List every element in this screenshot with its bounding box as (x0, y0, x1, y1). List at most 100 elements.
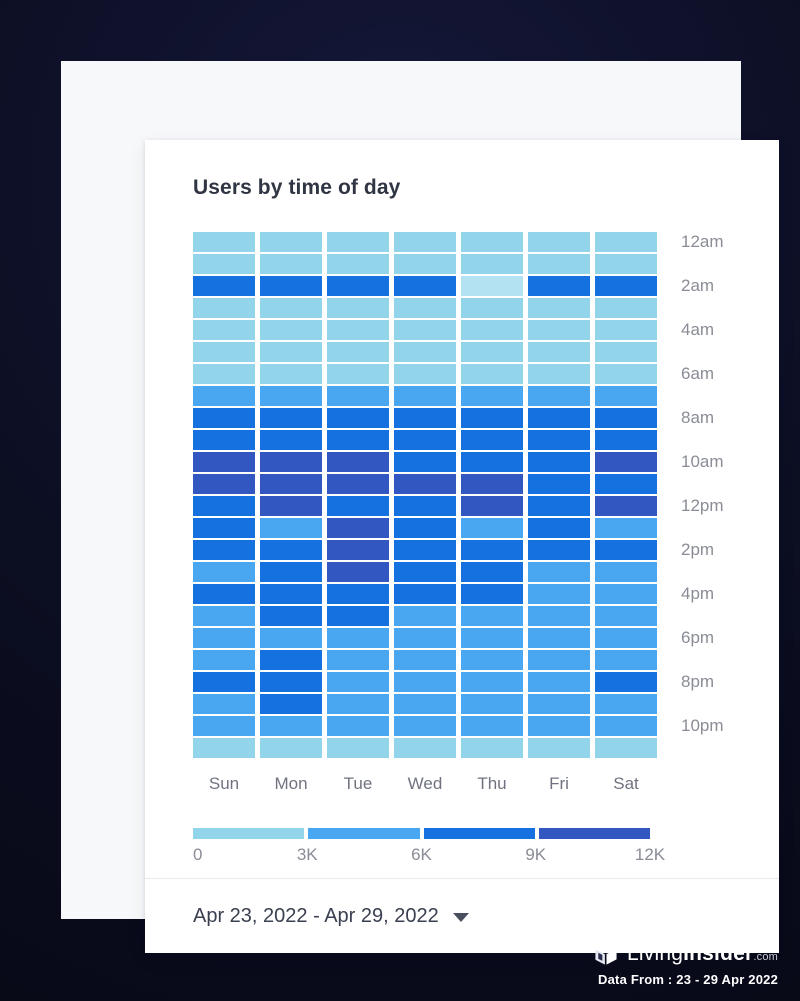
heatmap-cell[interactable] (327, 672, 389, 692)
heatmap-cell[interactable] (327, 496, 389, 516)
heatmap-cell[interactable] (595, 474, 657, 494)
heatmap-cell[interactable] (260, 232, 322, 252)
heatmap-cell[interactable] (461, 628, 523, 648)
heatmap-cell[interactable] (461, 650, 523, 670)
heatmap-cell[interactable] (461, 254, 523, 274)
heatmap-cell[interactable] (595, 232, 657, 252)
heatmap-cell[interactable] (260, 276, 322, 296)
heatmap-cell[interactable] (528, 606, 590, 626)
heatmap-cell[interactable] (260, 584, 322, 604)
heatmap-cell[interactable] (595, 254, 657, 274)
heatmap-cell[interactable] (528, 408, 590, 428)
heatmap-cell[interactable] (394, 606, 456, 626)
heatmap-cell[interactable] (461, 540, 523, 560)
heatmap-cell[interactable] (461, 496, 523, 516)
heatmap-cell[interactable] (193, 364, 255, 384)
heatmap-cell[interactable] (260, 408, 322, 428)
heatmap-cell[interactable] (595, 738, 657, 758)
heatmap-cell[interactable] (528, 650, 590, 670)
heatmap-cell[interactable] (528, 320, 590, 340)
heatmap-cell[interactable] (595, 298, 657, 318)
heatmap-cell[interactable] (528, 298, 590, 318)
heatmap-cell[interactable] (327, 342, 389, 362)
heatmap-cell[interactable] (394, 738, 456, 758)
heatmap-cell[interactable] (595, 606, 657, 626)
heatmap-cell[interactable] (394, 540, 456, 560)
heatmap-cell[interactable] (327, 452, 389, 472)
heatmap-cell[interactable] (327, 694, 389, 714)
heatmap-cell[interactable] (193, 650, 255, 670)
heatmap-cell[interactable] (260, 628, 322, 648)
heatmap-cell[interactable] (461, 474, 523, 494)
heatmap-cell[interactable] (528, 474, 590, 494)
heatmap-cell[interactable] (260, 474, 322, 494)
heatmap-cell[interactable] (595, 562, 657, 582)
heatmap-cell[interactable] (260, 738, 322, 758)
heatmap-cell[interactable] (260, 606, 322, 626)
heatmap-cell[interactable] (327, 254, 389, 274)
heatmap-cell[interactable] (595, 650, 657, 670)
heatmap-cell[interactable] (193, 496, 255, 516)
heatmap-cell[interactable] (260, 320, 322, 340)
heatmap-cell[interactable] (461, 320, 523, 340)
heatmap-cell[interactable] (193, 276, 255, 296)
heatmap-cell[interactable] (461, 430, 523, 450)
heatmap-cell[interactable] (327, 562, 389, 582)
heatmap-cell[interactable] (193, 694, 255, 714)
heatmap-cell[interactable] (260, 342, 322, 362)
heatmap-cell[interactable] (327, 738, 389, 758)
heatmap-cell[interactable] (394, 628, 456, 648)
heatmap-cell[interactable] (461, 452, 523, 472)
heatmap-cell[interactable] (394, 650, 456, 670)
heatmap-cell[interactable] (595, 408, 657, 428)
heatmap-cell[interactable] (394, 430, 456, 450)
heatmap-cell[interactable] (327, 716, 389, 736)
heatmap-cell[interactable] (193, 540, 255, 560)
heatmap-cell[interactable] (260, 716, 322, 736)
heatmap-cell[interactable] (193, 386, 255, 406)
heatmap-cell[interactable] (193, 474, 255, 494)
heatmap-cell[interactable] (528, 716, 590, 736)
heatmap-cell[interactable] (595, 716, 657, 736)
heatmap-cell[interactable] (394, 276, 456, 296)
heatmap-cell[interactable] (193, 716, 255, 736)
heatmap-cell[interactable] (528, 276, 590, 296)
heatmap-cell[interactable] (260, 386, 322, 406)
heatmap-cell[interactable] (595, 364, 657, 384)
heatmap-cell[interactable] (394, 298, 456, 318)
heatmap-cell[interactable] (260, 254, 322, 274)
heatmap-cell[interactable] (394, 386, 456, 406)
heatmap-cell[interactable] (595, 496, 657, 516)
heatmap-cell[interactable] (394, 408, 456, 428)
heatmap-cell[interactable] (595, 628, 657, 648)
heatmap-cell[interactable] (528, 254, 590, 274)
heatmap-cell[interactable] (260, 298, 322, 318)
heatmap-cell[interactable] (394, 320, 456, 340)
heatmap-cell[interactable] (260, 430, 322, 450)
heatmap-cell[interactable] (193, 298, 255, 318)
heatmap-cell[interactable] (394, 584, 456, 604)
heatmap-cell[interactable] (327, 320, 389, 340)
heatmap-cell[interactable] (461, 738, 523, 758)
heatmap-cell[interactable] (595, 694, 657, 714)
heatmap-cell[interactable] (327, 408, 389, 428)
heatmap-cell[interactable] (528, 540, 590, 560)
heatmap-cell[interactable] (193, 430, 255, 450)
heatmap-cell[interactable] (461, 518, 523, 538)
heatmap-cell[interactable] (394, 694, 456, 714)
heatmap-cell[interactable] (193, 452, 255, 472)
heatmap-cell[interactable] (528, 452, 590, 472)
heatmap-cell[interactable] (461, 584, 523, 604)
heatmap-cell[interactable] (394, 518, 456, 538)
heatmap-cell[interactable] (461, 342, 523, 362)
heatmap-cell[interactable] (394, 716, 456, 736)
heatmap-cell[interactable] (260, 650, 322, 670)
heatmap-cell[interactable] (595, 518, 657, 538)
heatmap-cell[interactable] (193, 628, 255, 648)
heatmap-cell[interactable] (193, 606, 255, 626)
heatmap-cell[interactable] (595, 584, 657, 604)
heatmap-cell[interactable] (327, 540, 389, 560)
heatmap-cell[interactable] (528, 518, 590, 538)
heatmap-cell[interactable] (193, 232, 255, 252)
heatmap-cell[interactable] (394, 364, 456, 384)
